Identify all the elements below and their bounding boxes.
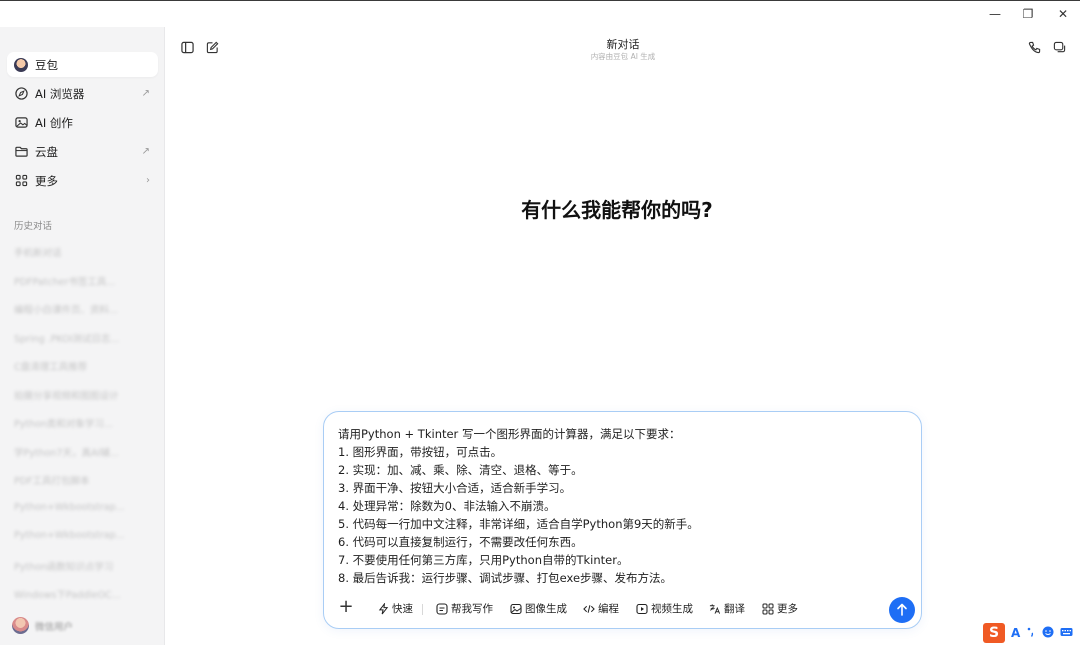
avatar [12,617,29,634]
sidebar-item-cloud-disk[interactable]: 云盘 ↗ [7,139,158,164]
grid-icon [762,603,774,615]
arrow-up-icon [896,601,908,620]
sidebar-toggle-icon [180,39,194,58]
send-button[interactable] [889,597,915,623]
sidebar: 豆包 AI 浏览器 ↗ AI 创作 云盘 ↗ 更多 › 历史对话 手机新对话 P… [0,27,165,645]
user-name: 微信用户 [35,621,74,633]
phone-icon [1028,39,1041,58]
history-item[interactable]: 学Python7天，真AI辅... [14,445,154,459]
folder-icon [14,145,28,159]
punctuation-icon[interactable] [1026,626,1036,641]
tool-translate[interactable]: 翻译 [709,601,745,616]
sidebar-item-label: AI 创作 [35,115,73,130]
ime-tray: S A [983,623,1073,643]
prompt-line: 7. 不要使用任何第三方库，只用Python自带的Tkinter。 [338,553,629,567]
new-chat-button[interactable] [205,41,219,55]
edit-icon [206,39,219,58]
history-item[interactable]: Python+Wkbootstrap... [14,530,154,544]
tool-image-gen[interactable]: 图像生成 [510,601,567,616]
tool-writing[interactable]: 帮我写作 [436,601,493,616]
sidebar-item-more[interactable]: 更多 › [7,168,158,193]
prompt-line: 请用Python + Tkinter 写一个图形界面的计算器，满足以下要求： [338,427,681,441]
composer-toolbar: + 快速 帮我写作 图像生成 编程 视频生成 翻译 更多 [324,596,923,619]
tool-coding[interactable]: 编程 [583,601,619,616]
emoji-icon[interactable] [1042,626,1054,641]
tool-video-gen[interactable]: 视频生成 [636,601,693,616]
tool-label: 更多 [777,603,798,615]
user-profile[interactable]: 微信用户 [12,617,73,634]
tool-more[interactable]: 更多 [762,601,798,616]
bolt-icon [377,602,389,615]
sidebar-item-doubao[interactable]: 豆包 [7,52,158,77]
sidebar-item-ai-create[interactable]: AI 创作 [7,110,158,135]
history-item[interactable]: PDF工具打包脚本 [14,473,154,487]
chat-composer[interactable]: 请用Python + Tkinter 写一个图形界面的计算器，满足以下要求： 1… [323,411,922,629]
minimize-button[interactable]: — [986,6,1004,22]
welcome-heading: 有什么我能帮你的吗? [521,198,713,222]
sogou-ime-icon[interactable]: S [983,623,1005,643]
image-icon [14,116,28,130]
avatar-icon [14,57,28,72]
toolbar-divider [422,604,423,615]
external-link-icon: ↗ [141,88,150,99]
copy-window-icon [1053,39,1066,58]
prompt-line: 4. 处理异常：除数为0、非法输入不崩溃。 [338,499,556,513]
compass-icon [14,87,28,101]
history-item[interactable]: PDFPatcher书签工具... [14,274,154,288]
history-item[interactable]: Windows下PaddleOC... [14,587,154,601]
prompt-line: 3. 界面干净、按钮大小合适，适合新手学习。 [338,481,572,495]
prompt-line: 1. 图形界面，带按钮，可点击。 [338,445,503,459]
history-item[interactable]: Spring .PKOI测试日志... [14,331,154,345]
chevron-right-icon: › [146,175,150,186]
page-subtitle: 内容由豆包 AI 生成 [590,52,656,61]
tool-label: 视频生成 [651,603,693,615]
attach-button[interactable]: + [338,596,354,617]
grid-icon [14,174,28,188]
sidebar-item-label: AI 浏览器 [35,86,85,101]
sidebar-item-label: 更多 [35,173,58,188]
ime-mode-indicator[interactable]: A [1011,626,1020,640]
pen-icon [436,602,448,615]
tool-label: 翻译 [724,603,745,615]
toggle-sidebar-button[interactable] [180,41,194,55]
history-item[interactable]: Python类和对象学习... [14,416,154,430]
keyboard-icon[interactable] [1060,626,1073,641]
maximize-button[interactable]: ❐ [1019,6,1037,22]
tool-label: 编程 [598,603,619,615]
close-window-button[interactable]: ✕ [1054,6,1072,22]
translate-icon [709,603,721,615]
tool-label: 图像生成 [525,603,567,615]
call-button[interactable] [1027,41,1041,55]
sidebar-item-label: 豆包 [35,57,58,72]
share-button[interactable] [1052,41,1066,55]
sidebar-item-label: 云盘 [35,144,58,159]
sidebar-item-ai-browser[interactable]: AI 浏览器 ↗ [7,81,158,106]
tool-quick[interactable]: 快速 [377,601,413,616]
history-item[interactable]: 拍摄分享视频和图图设计 [14,388,154,402]
prompt-input[interactable]: 请用Python + Tkinter 写一个图形界面的计算器，满足以下要求： 1… [338,425,908,587]
history-item[interactable]: Python+Wkbootstrap... [14,502,154,516]
history-item[interactable]: 手机新对话 [14,245,154,259]
plus-icon: + [338,596,354,617]
prompt-line: 2. 实现：加、减、乘、除、清空、退格、等于。 [338,463,583,477]
history-item[interactable]: 编程小白课件页、资料... [14,302,154,316]
tool-label: 快速 [392,603,413,615]
history-item[interactable]: Python函数知识点学习 [14,559,154,573]
video-icon [636,603,648,615]
prompt-line: 6. 代码可以直接复制运行，不需要改任何东西。 [338,535,583,549]
code-icon [583,603,595,615]
prompt-line: 8. 最后告诉我：运行步骤、调试步骤、打包exe步骤、发布方法。 [338,571,673,585]
image-icon [510,603,522,615]
title-bar: — ❐ ✕ [0,0,1080,27]
page-title: 新对话 [606,38,640,51]
tool-label: 帮我写作 [451,603,493,615]
prompt-line: 5. 代码每一行加中文注释，非常详细，适合自学Python第9天的新手。 [338,517,699,531]
history-item[interactable]: C盘清理工具推荐 [14,359,154,373]
history-section-label: 历史对话 [14,221,53,232]
external-link-icon: ↗ [141,146,150,157]
